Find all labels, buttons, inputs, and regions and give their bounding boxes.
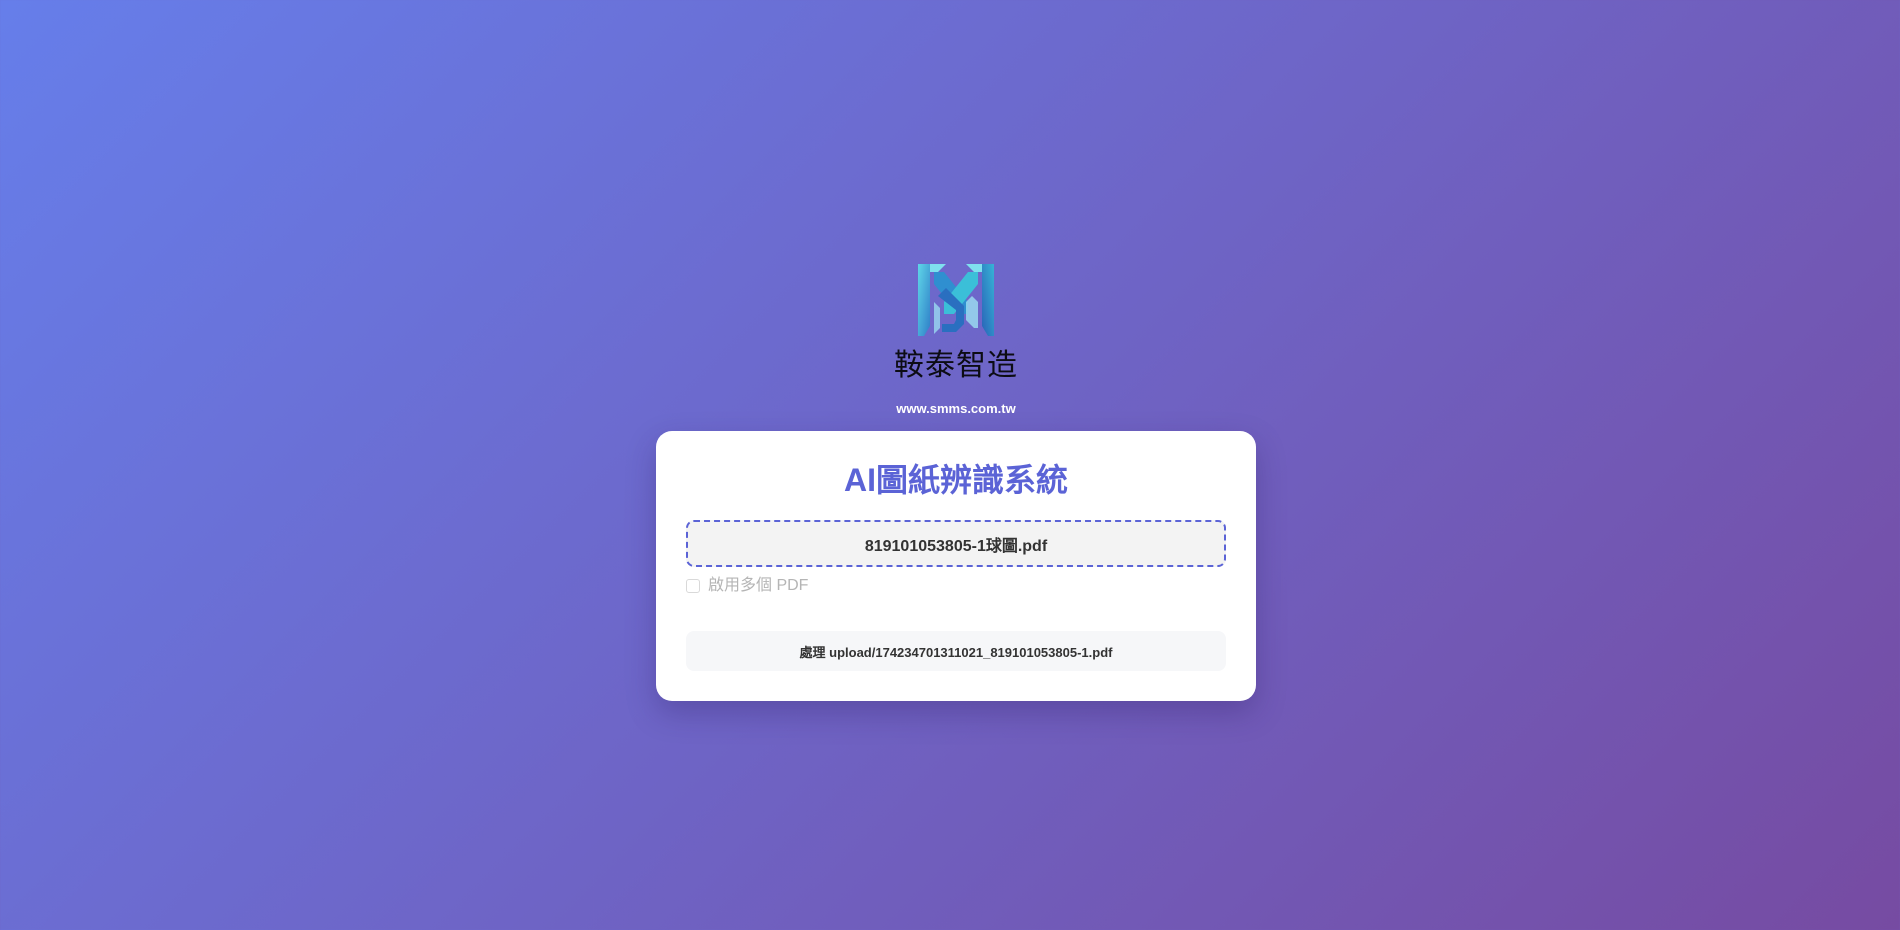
website-url: www.smms.com.tw	[896, 401, 1016, 416]
recognition-card: AI圖紙辨識系統 819101053805-1球圖.pdf 啟用多個 PDF 處…	[656, 431, 1256, 701]
sm-monogram-logo-icon	[918, 264, 994, 336]
page-title: AI圖紙辨識系統	[843, 462, 1068, 498]
status-text: 處理 upload/174234701311021_819101053805-1…	[799, 644, 1113, 660]
multi-pdf-checkbox[interactable]	[686, 579, 700, 593]
multi-pdf-option[interactable]: 啟用多個 PDF	[686, 575, 808, 597]
selected-file-name: 819101053805-1球圖.pdf	[864, 537, 1048, 555]
company-name: 鞍泰智造	[894, 348, 1018, 383]
multi-pdf-label: 啟用多個 PDF	[708, 577, 809, 594]
file-upload-dropzone[interactable]: 819101053805-1球圖.pdf	[686, 520, 1226, 567]
brand-header: 鞍泰智造	[0, 262, 1900, 384]
processing-status: 處理 upload/174234701311021_819101053805-1…	[686, 631, 1226, 671]
